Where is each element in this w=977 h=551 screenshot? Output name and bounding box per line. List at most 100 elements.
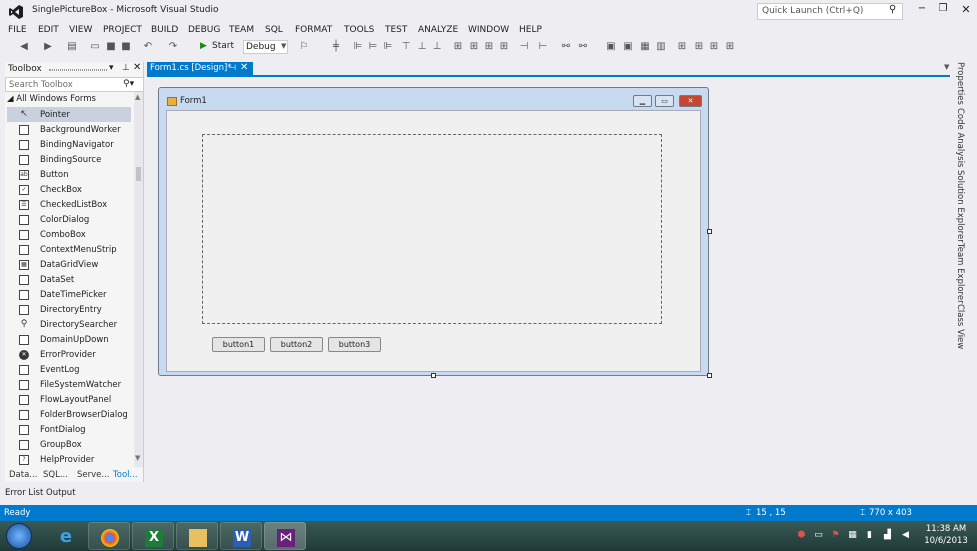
taskbar-chrome[interactable] — [88, 522, 130, 550]
resize-handle-corner[interactable] — [707, 373, 712, 378]
save-icon[interactable]: ■ — [105, 41, 117, 53]
tab-server-explorer[interactable]: Serve... — [77, 470, 110, 480]
toolbox-scrollbar[interactable] — [134, 92, 143, 467]
grid-icon[interactable]: ⊞ — [498, 41, 510, 53]
save-all-icon[interactable]: ■ — [120, 41, 132, 53]
tab-output[interactable]: Output — [46, 488, 76, 498]
tab-error-list[interactable]: Error List — [5, 488, 43, 498]
toolbox-scrollbar-thumb[interactable] — [136, 167, 141, 181]
battery-icon[interactable]: ▮ — [864, 530, 875, 541]
attach-icon[interactable]: ⚐ — [298, 41, 310, 53]
toolbox-item-filesystemwatcher[interactable]: FileSystemWatcher — [7, 377, 131, 392]
signal-icon[interactable]: ▟ — [882, 530, 893, 541]
menu-window[interactable]: WINDOW — [468, 25, 509, 35]
monitor-icon[interactable]: ▭ — [813, 530, 824, 541]
antivirus-icon[interactable]: ⬢ — [796, 530, 807, 541]
scroll-up-icon[interactable]: ▲ — [135, 93, 140, 101]
same-size-icon[interactable]: ⊞ — [483, 41, 495, 53]
close-icon[interactable]: ✕ — [959, 3, 973, 17]
scroll-down-icon[interactable]: ▼ — [135, 454, 140, 462]
menu-debug[interactable]: DEBUG — [188, 25, 220, 35]
close-icon[interactable]: ✕ — [240, 62, 248, 73]
tab-sql-server[interactable]: SQL... — [43, 470, 68, 480]
form-minimize-icon[interactable]: ▁ — [633, 95, 652, 107]
form-close-icon[interactable]: ✕ — [679, 95, 702, 107]
network-icon[interactable]: ▦ — [847, 530, 858, 541]
close-icon[interactable]: ✕ — [133, 62, 141, 73]
toolbox-item-directoryentry[interactable]: DirectoryEntry — [7, 302, 131, 317]
bring-front-icon[interactable]: ▣ — [605, 41, 617, 53]
menu-test[interactable]: TEST — [385, 25, 407, 35]
taskbar-excel[interactable]: X — [132, 522, 174, 550]
button1[interactable]: button1 — [212, 337, 265, 352]
toolbox-item-checkedlistbox[interactable]: ☰ CheckedListBox — [7, 197, 131, 212]
picture-box[interactable] — [202, 134, 662, 324]
send-back-icon[interactable]: ▣ — [622, 41, 634, 53]
taskbar-explorer[interactable] — [176, 522, 218, 550]
tab-data-sources[interactable]: Data... — [9, 470, 37, 480]
new-project-icon[interactable]: ▤ — [66, 41, 78, 53]
tab-form1-design[interactable]: Form1.cs [Design]* — [147, 62, 253, 76]
format-icon-3[interactable]: ⊞ — [708, 41, 720, 53]
menu-tools[interactable]: TOOLS — [344, 25, 374, 35]
toolbox-item-folderbrowserdialog[interactable]: FolderBrowserDialog — [7, 407, 131, 422]
align-center-icon[interactable]: ⊨ — [367, 41, 379, 53]
forward-icon[interactable]: ▶ — [42, 41, 54, 53]
toolbox-item-button[interactable]: ab Button — [7, 167, 131, 182]
toolbox-grip[interactable] — [49, 69, 107, 71]
toolbox-item-bindingnavigator[interactable]: BindingNavigator — [7, 137, 131, 152]
tab-order-icon[interactable]: ▦ — [639, 41, 651, 53]
open-file-icon[interactable]: ▭ — [89, 41, 101, 53]
windows-start-icon[interactable] — [6, 523, 32, 549]
link-icon-2[interactable]: ⚯ — [577, 41, 589, 53]
same-height-icon[interactable]: ⊞ — [468, 41, 480, 53]
format-icon[interactable]: ⊞ — [676, 41, 688, 53]
align-top-icon[interactable]: ⊤ — [400, 41, 412, 53]
toolbox-group-header[interactable]: ◢ All Windows Forms — [7, 94, 96, 104]
same-width-icon[interactable]: ⊞ — [452, 41, 464, 53]
search-icon[interactable]: ⚲ — [889, 4, 896, 15]
start-button[interactable]: Start — [212, 41, 234, 51]
format-icon-4[interactable]: ⊞ — [724, 41, 736, 53]
toolbox-item-backgroundworker[interactable]: BackgroundWorker — [7, 122, 131, 137]
menu-help[interactable]: HELP — [519, 25, 542, 35]
quick-launch-input[interactable]: Quick Launch (Ctrl+Q) — [757, 3, 903, 20]
menu-analyze[interactable]: ANALYZE — [418, 25, 458, 35]
resize-handle-bottom[interactable] — [431, 373, 436, 378]
tab-code-analysis[interactable]: Code Analysis — [955, 108, 965, 167]
format-icon-2[interactable]: ⊞ — [693, 41, 705, 53]
toolbox-item-errorprovider[interactable]: ✕ ErrorProvider — [7, 347, 131, 362]
restore-icon[interactable]: ❐ — [936, 3, 950, 17]
form-window[interactable]: Form1 ▁ ▭ ✕ button1 button2 button3 — [158, 87, 709, 376]
search-icon[interactable]: ⚲▾ — [123, 79, 134, 89]
toolbox-item-domainupdown[interactable]: DomainUpDown — [7, 332, 131, 347]
tab-solution-explorer[interactable]: Solution Explorer — [955, 170, 965, 243]
chevron-down-icon[interactable]: ▼ — [281, 42, 286, 50]
toolbox-item-groupbox[interactable]: GroupBox — [7, 437, 131, 452]
toolbox-item-checkbox[interactable]: ✓ CheckBox — [7, 182, 131, 197]
spacing-icon[interactable]: ⊣ — [518, 41, 530, 53]
toolbox-item-directorysearcher[interactable]: ⚲ DirectorySearcher — [7, 317, 131, 332]
menu-file[interactable]: FILE — [8, 25, 27, 35]
volume-icon[interactable]: ◀ — [900, 530, 911, 541]
menu-edit[interactable]: EDIT — [38, 25, 59, 35]
resize-handle-right[interactable] — [707, 229, 712, 234]
pin-icon[interactable]: ⊥ — [122, 63, 130, 73]
taskbar-word[interactable]: W — [220, 522, 262, 550]
menu-sql[interactable]: SQL — [265, 25, 283, 35]
tray-time[interactable]: 11:38 AM — [920, 524, 972, 534]
tab-toolbox[interactable]: Tool... — [113, 470, 138, 480]
chevron-down-icon[interactable]: ▼ — [944, 63, 949, 71]
menu-build[interactable]: BUILD — [151, 25, 178, 35]
form-maximize-icon[interactable]: ▭ — [655, 95, 674, 107]
align-icon[interactable]: ╪ — [330, 41, 342, 53]
back-icon[interactable]: ◀ — [18, 41, 30, 53]
toolbox-item-pointer[interactable]: ↖ Pointer — [7, 107, 131, 122]
pin-icon[interactable]: ⊣ — [229, 63, 236, 72]
toolbox-item-helpprovider[interactable]: ? HelpProvider — [7, 452, 131, 467]
align-left-icon[interactable]: ⊫ — [352, 41, 364, 53]
button3[interactable]: button3 — [328, 337, 381, 352]
menu-view[interactable]: VIEW — [69, 25, 92, 35]
menu-team[interactable]: TEAM — [229, 25, 254, 35]
toolbox-item-contextmenustrip[interactable]: ContextMenuStrip — [7, 242, 131, 257]
